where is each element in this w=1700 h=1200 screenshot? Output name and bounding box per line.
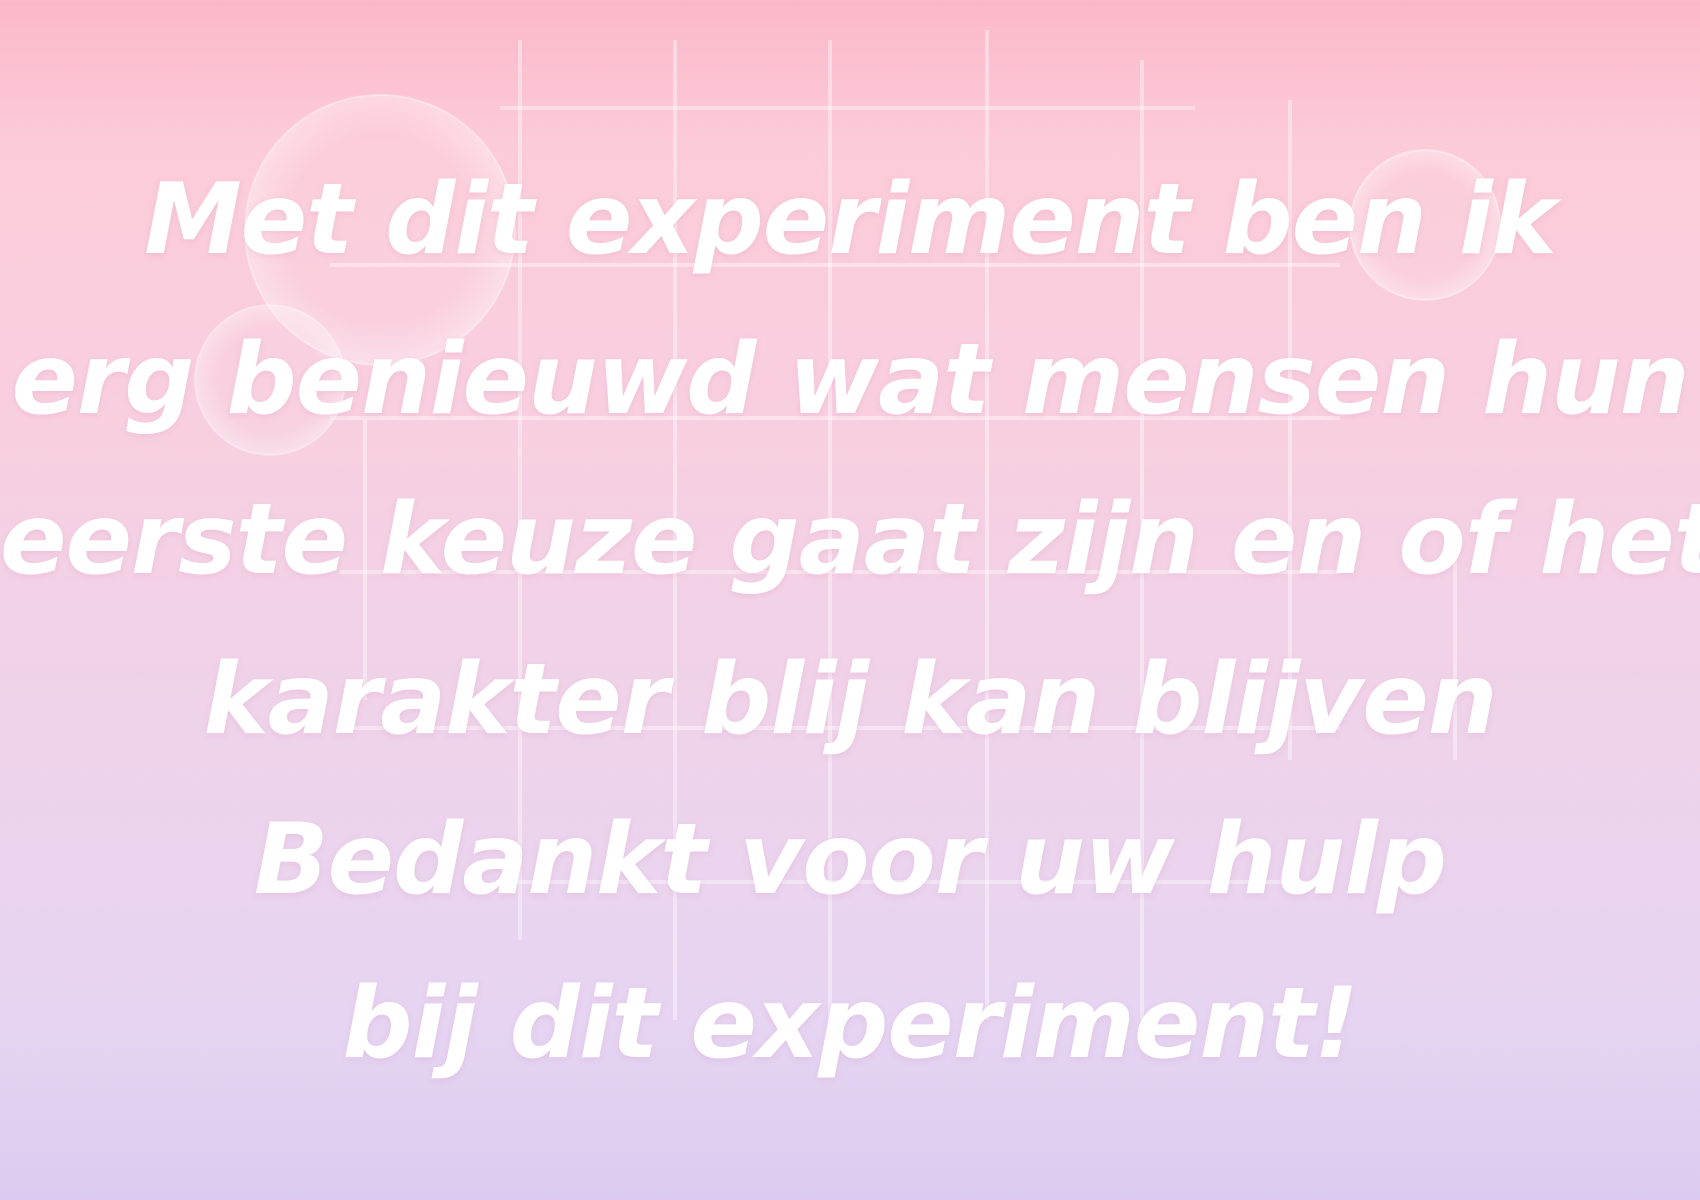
message-line-1: Met dit experiment ben ik bbox=[144, 163, 1556, 277]
message-line-3: eerste keuze gaat zijn en of het bbox=[0, 483, 1700, 597]
thank-you-line-1: Bedankt voor uw hulp bbox=[253, 803, 1447, 917]
message-block: Met dit experiment ben ik erg benieuwd w… bbox=[0, 140, 1700, 1104]
message-line-2: erg benieuwd wat mensen hun bbox=[11, 323, 1689, 437]
thank-you-slide: { "background": { "top_color": "#fbb8c8"… bbox=[0, 0, 1700, 1200]
thank-you-line-2: bij dit experiment! bbox=[342, 967, 1358, 1081]
message-line-4: karakter blij kan blijven bbox=[203, 643, 1498, 757]
